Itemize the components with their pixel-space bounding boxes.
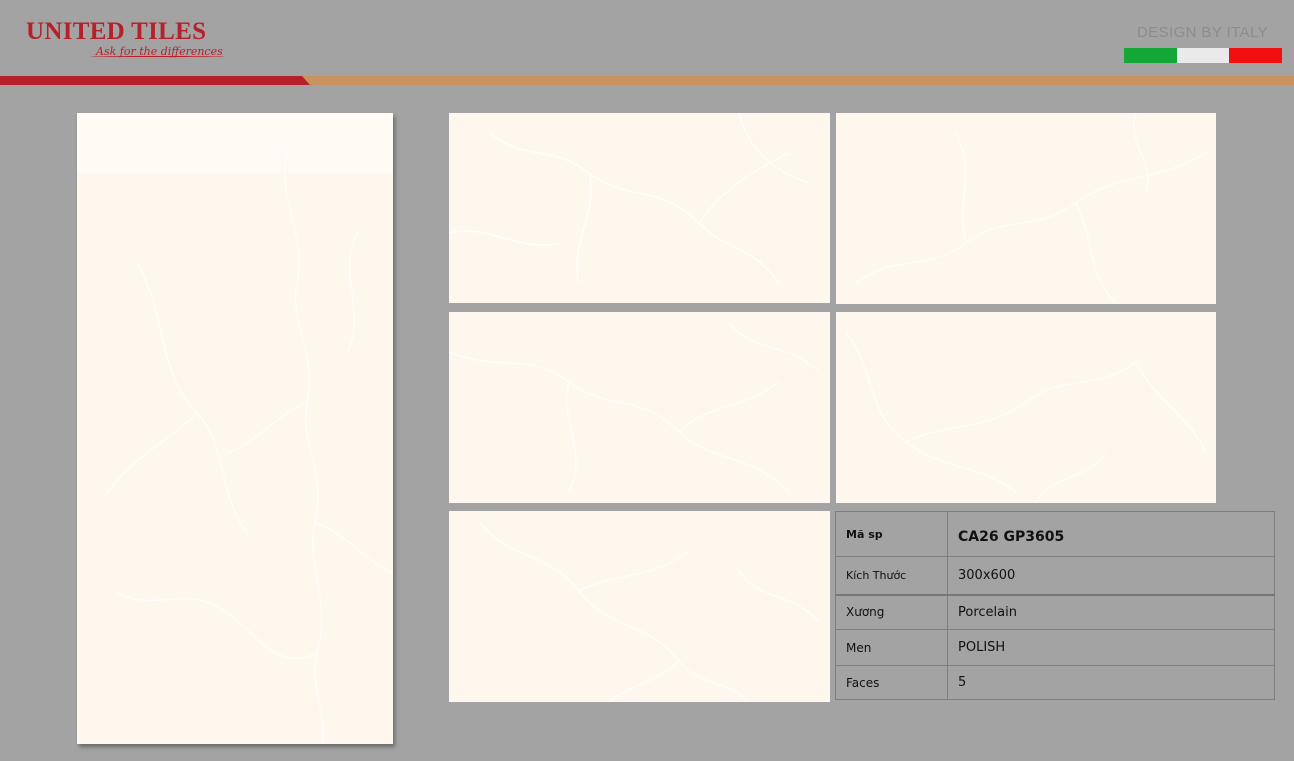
spec-value: CA26 GP3605 — [947, 511, 1275, 557]
spec-key: Mã sp — [835, 511, 948, 557]
header-stripe — [0, 76, 1294, 85]
tile-landscape-preview-3 — [449, 312, 830, 503]
spec-key: Faces — [835, 665, 948, 700]
tile-landscape-preview-5 — [449, 511, 830, 702]
tile-landscape-preview-4 — [836, 312, 1216, 503]
marble-veins — [845, 331, 1207, 503]
spec-key: Xương — [835, 593, 948, 630]
spec-value: 5 — [947, 665, 1275, 700]
spec-key: Men — [835, 629, 948, 666]
brand-tagline: Ask for the differences — [90, 45, 225, 58]
spec-row-body: Xương Porcelain — [835, 593, 1275, 630]
spec-row-glaze: Men POLISH — [835, 629, 1275, 666]
flag-red-band — [1229, 48, 1283, 63]
tile-landscape-preview-1 — [449, 113, 830, 303]
design-by-label: DESIGN BY ITALY — [1136, 24, 1268, 41]
marble-veins — [449, 321, 820, 493]
brand-name: UNITED TILES — [26, 18, 207, 45]
italy-flag-icon — [1124, 48, 1283, 63]
spec-value: 300x600 — [947, 556, 1275, 595]
marble-veins — [449, 113, 810, 284]
marble-veins — [478, 520, 820, 702]
flag-green-band — [1124, 48, 1177, 63]
spec-key: Kích Thước — [835, 556, 948, 595]
flag-white-band — [1176, 48, 1230, 63]
tile-portrait-preview — [77, 113, 393, 744]
spec-value: POLISH — [947, 629, 1275, 666]
product-spec-table: Mã sp CA26 GP3605 Kích Thước 300x600 Xươ… — [835, 511, 1275, 700]
tile-landscape-preview-2 — [836, 113, 1216, 304]
brand-logo: UNITED TILES Ask for the differences — [26, 18, 225, 66]
marble-veins — [77, 113, 393, 744]
marble-veins — [855, 113, 1207, 304]
spec-row-faces: Faces 5 — [835, 665, 1275, 700]
spec-row-code: Mã sp CA26 GP3605 — [835, 511, 1275, 557]
spec-value: Porcelain — [947, 593, 1275, 630]
spec-row-size: Kích Thước 300x600 — [835, 556, 1275, 595]
